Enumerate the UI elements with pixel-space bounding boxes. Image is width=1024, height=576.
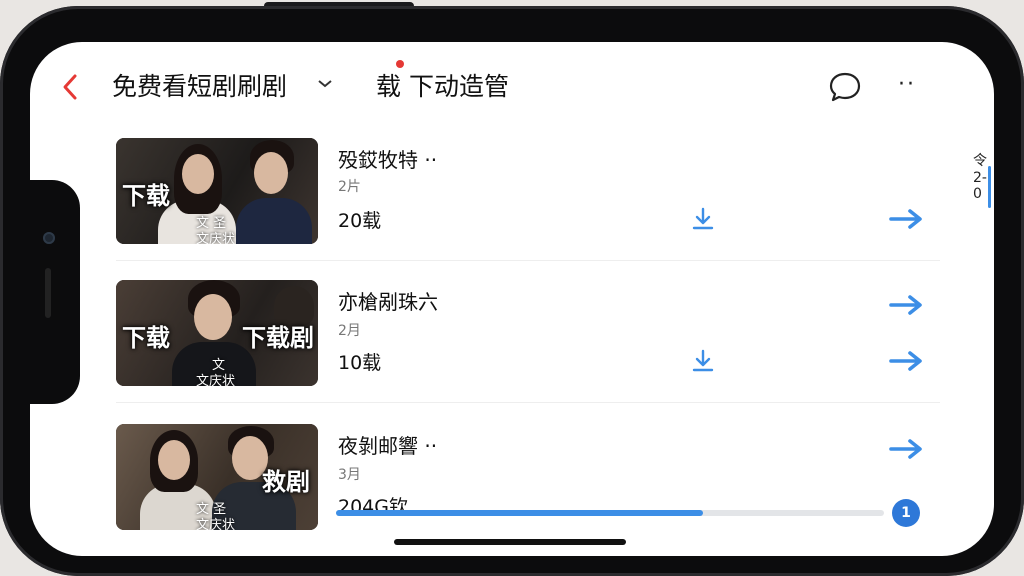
more-dots-icon: ··: [898, 72, 916, 97]
drama-thumbnail[interactable]: 救剧 文 圣 文庆状: [116, 424, 318, 530]
row-divider: [116, 402, 940, 403]
thumbnail-caption-bottom: 文庆状: [196, 518, 236, 530]
download-button[interactable]: [690, 348, 716, 374]
open-button[interactable]: [888, 350, 924, 372]
chevron-left-icon: [63, 74, 77, 100]
drama-name[interactable]: 亦槍剐珠六: [338, 286, 438, 315]
drama-thumbnail[interactable]: 下载 文 圣 文庆状: [116, 138, 318, 244]
figure-face: [182, 154, 214, 194]
drama-thumbnail[interactable]: 下载 下载剧 文 文庆状: [116, 280, 318, 386]
more-button[interactable]: ··: [898, 72, 916, 97]
speech-bubble-icon: [829, 72, 861, 102]
page-title[interactable]: 免费看短剧刷剧: [112, 72, 287, 102]
list-item[interactable]: 救剧 文 圣 文庆状 夜剝邮響 ·· 3月 204G钦 1: [116, 424, 940, 532]
back-button[interactable]: [60, 72, 80, 108]
figure-face: [194, 294, 232, 340]
notification-dot: [396, 60, 404, 68]
drama-subtext: 3月: [338, 467, 361, 483]
download-icon: [692, 349, 714, 372]
row-divider: [116, 260, 940, 261]
row-status-text: 令2-0: [973, 153, 987, 202]
drama-name[interactable]: 殁銰牧特 ··: [338, 144, 437, 173]
app-screen: 免费看短剧刷剧 载 下动造管 ·· 下载 文 圣 文庆状 殁銰牧特 ·· 2片 …: [30, 42, 994, 556]
arrow-right-icon: [889, 439, 922, 459]
thumbnail-overlay-left: 下载: [122, 323, 170, 352]
thumbnail-overlay-right: 救剧: [262, 467, 310, 496]
download-button[interactable]: [690, 206, 716, 232]
figure-face: [158, 440, 190, 480]
list-item[interactable]: 下载 文 圣 文庆状 殁銰牧特 ·· 2片 20载 令2-0: [116, 138, 987, 246]
arrow-right-icon: [889, 295, 922, 315]
open-button[interactable]: [888, 438, 924, 460]
arrow-right-icon: [889, 351, 922, 371]
chat-button[interactable]: [828, 70, 862, 104]
scroll-indicator[interactable]: [988, 166, 991, 208]
download-icon: [692, 207, 714, 230]
thumbnail-caption-bottom: 文庆状: [196, 374, 236, 386]
figure-face: [254, 152, 288, 194]
download-progress-knob[interactable]: 1: [892, 499, 920, 527]
drama-subtext: 2月: [338, 323, 361, 339]
episode-count: 10载: [338, 352, 382, 374]
episode-count: 20载: [338, 210, 382, 232]
phone-frame: 免费看短剧刷剧 载 下动造管 ·· 下载 文 圣 文庆状 殁銰牧特 ·· 2片 …: [0, 6, 1024, 576]
thumbnail-overlay-left: 下载: [122, 181, 170, 210]
drama-name[interactable]: 夜剝邮響 ··: [338, 430, 437, 459]
download-progress-fill: [336, 510, 704, 516]
thumbnail-overlay-right: 下载剧: [242, 323, 314, 352]
section-title[interactable]: 载 下动造管: [376, 72, 509, 102]
open-button[interactable]: [888, 208, 924, 230]
arrow-right-icon: [889, 209, 922, 229]
home-indicator[interactable]: [394, 539, 626, 545]
device-scene: 免费看短剧刷剧 载 下动造管 ·· 下载 文 圣 文庆状 殁銰牧特 ·· 2片 …: [0, 0, 1024, 576]
chevron-down-icon: [318, 80, 332, 88]
list-item[interactable]: 下载 下载剧 文 文庆状 亦槍剐珠六 2月 10载: [116, 280, 940, 388]
figure-male: [236, 198, 312, 244]
top-bar: 免费看短剧刷剧 载 下动造管 ··: [30, 42, 994, 134]
phone-notch: [30, 180, 80, 404]
thumbnail-caption-bottom: 文庆状: [196, 232, 236, 244]
title-dropdown-toggle[interactable]: [317, 76, 333, 94]
open-button[interactable]: [888, 294, 924, 316]
drama-subtext: 2片: [338, 179, 361, 195]
phone-speaker: [45, 268, 51, 318]
front-camera: [43, 232, 55, 244]
